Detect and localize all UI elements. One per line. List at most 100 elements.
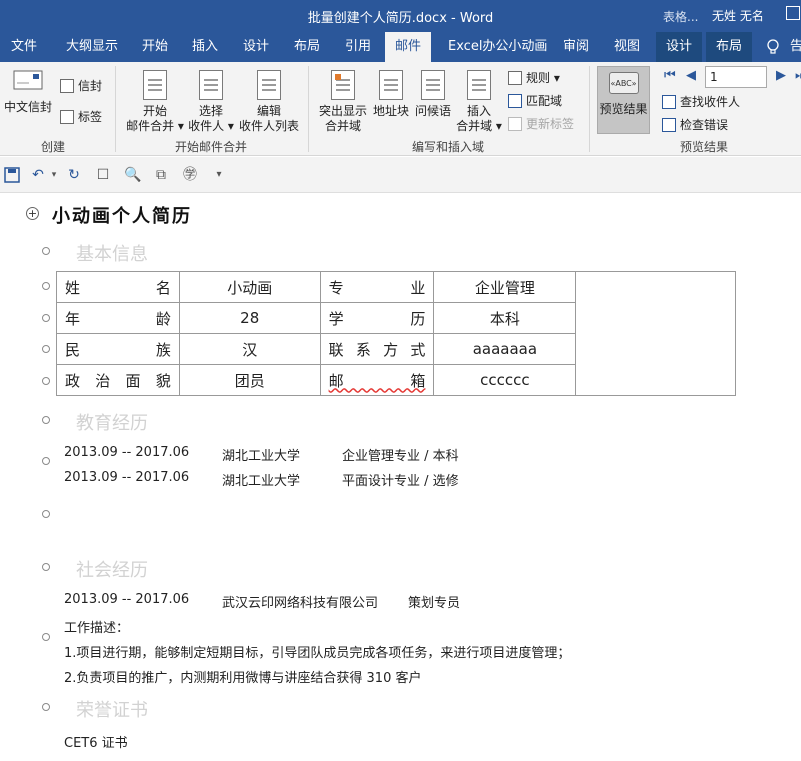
- edit-list-label-2: 收件人列表: [238, 119, 299, 133]
- tab-file[interactable]: 文件: [11, 32, 37, 62]
- table-cell[interactable]: 邮箱: [319, 364, 435, 396]
- tab-view[interactable]: 视图: [614, 32, 640, 62]
- table-cell[interactable]: 联系方式: [319, 333, 435, 365]
- envelope-small-icon: [60, 79, 74, 93]
- edit-recipient-list-button[interactable]: 编辑 收件人列表: [236, 70, 302, 134]
- compare-icon[interactable]: ⧉: [153, 167, 169, 183]
- highlight-merge-fields-button[interactable]: 突出显示 合并域: [316, 70, 370, 134]
- outline-bullet[interactable]: [42, 314, 50, 322]
- greeting-line-button[interactable]: 问候语: [412, 70, 454, 119]
- labels-label: 标签: [78, 110, 103, 124]
- address-block-button[interactable]: 地址块: [370, 70, 412, 119]
- print-preview-icon[interactable]: 🔍: [124, 167, 141, 183]
- envelopes-label: 信封: [78, 79, 103, 93]
- abc-magnifier-icon: «ABC»: [608, 72, 639, 94]
- education-major: 企业管理专业 / 本科: [342, 449, 459, 464]
- redo-icon[interactable]: ↻: [66, 167, 82, 183]
- update-labels-button[interactable]: 更新标签: [508, 115, 574, 132]
- labels-button[interactable]: 标签: [60, 108, 102, 125]
- tab-design[interactable]: 设计: [243, 32, 269, 62]
- education-entry: 2013.09 -- 2017.06 湖北工业大学 企业管理专业 / 本科: [64, 445, 459, 464]
- find-recipient-button[interactable]: 查找收件人: [662, 93, 740, 110]
- lightbulb-icon[interactable]: [766, 39, 780, 55]
- record-number-input[interactable]: 1: [705, 66, 767, 88]
- table-cell[interactable]: 28: [178, 302, 321, 334]
- match-fields-button[interactable]: 匹配域: [508, 92, 562, 109]
- previous-record-icon[interactable]: ◀: [686, 68, 696, 83]
- insert-merge-field-button[interactable]: 插入 合并域 ▾: [454, 70, 504, 134]
- customize-toolbar-icon[interactable]: ▾: [211, 167, 227, 183]
- section-education: 教育经历: [76, 413, 148, 434]
- table-cell[interactable]: cccccc: [433, 364, 577, 396]
- tab-insert[interactable]: 插入: [192, 32, 218, 62]
- outline-bullet[interactable]: [42, 457, 50, 465]
- social-desc-label: 工作描述：: [64, 621, 130, 636]
- format-painter-icon[interactable]: ☐: [95, 167, 111, 183]
- document-area[interactable]: + 小动画个人简历 基本信息 姓名 小动画 专业 企业管理 年龄 28 学历 本…: [0, 194, 801, 761]
- table-cell[interactable]: 姓名: [56, 271, 180, 303]
- table-cell[interactable]: 年龄: [56, 302, 180, 334]
- tell-me-hint[interactable]: 表格...: [663, 8, 698, 25]
- table-cell[interactable]: 企业管理: [433, 271, 577, 303]
- title-bar: 批量创建个人简历.docx - Word 表格... 无姓 无名: [0, 0, 801, 32]
- table-cell[interactable]: 本科: [433, 302, 577, 334]
- table-cell[interactable]: 小动画: [178, 271, 321, 303]
- outline-bullet[interactable]: [42, 633, 50, 641]
- character-icon[interactable]: ㊫: [182, 167, 198, 183]
- basic-info-table[interactable]: 姓名 小动画 专业 企业管理 年龄 28 学历 本科 民族 汉 联系方式 aaa…: [56, 271, 736, 396]
- outline-bullet[interactable]: [42, 563, 50, 571]
- table-cell[interactable]: 政治面貌: [56, 364, 180, 396]
- check-errors-label: 检查错误: [680, 118, 729, 132]
- section-social: 社会经历: [76, 560, 148, 581]
- check-errors-button[interactable]: 检查错误: [662, 116, 728, 133]
- first-record-icon[interactable]: ⏮: [664, 68, 676, 83]
- tab-excel-animation[interactable]: Excel办公小动画: [448, 32, 547, 62]
- tab-mailings[interactable]: 邮件: [385, 32, 432, 62]
- select-recipients-button[interactable]: 选择 收件人 ▾: [186, 70, 236, 134]
- chinese-envelope-button[interactable]: 中文信封: [4, 68, 52, 115]
- outline-bullet[interactable]: [42, 247, 50, 255]
- tab-home[interactable]: 开始: [142, 32, 168, 62]
- outline-bullet[interactable]: [42, 345, 50, 353]
- outline-bullet[interactable]: [42, 703, 50, 711]
- tab-references[interactable]: 引用: [345, 32, 371, 62]
- outline-bullet[interactable]: [42, 510, 50, 518]
- social-role: 策划专员: [408, 596, 461, 611]
- outline-bullet[interactable]: [42, 282, 50, 290]
- update-labels-label: 更新标签: [526, 117, 575, 131]
- address-block-label: 地址块: [372, 104, 409, 118]
- preview-results-button[interactable]: «ABC» 预览结果: [597, 66, 650, 134]
- quick-access-toolbar: ↶ ▾ ↻ ☐ 🔍 ⧉ ㊫ ▾: [0, 157, 801, 193]
- outline-bullet[interactable]: [42, 416, 50, 424]
- document-icon: [143, 70, 167, 100]
- user-name[interactable]: 无姓 无名: [712, 7, 764, 24]
- section-honors: 荣誉证书: [76, 700, 148, 721]
- expand-icon[interactable]: +: [26, 207, 39, 220]
- table-cell[interactable]: 民族: [56, 333, 180, 365]
- rules-button[interactable]: 规则 ▾: [508, 69, 560, 86]
- tab-review[interactable]: 审阅: [563, 32, 589, 62]
- table-cell[interactable]: aaaaaaa: [433, 333, 577, 365]
- envelopes-button[interactable]: 信封: [60, 77, 102, 94]
- chinese-envelope-label: 中文信封: [4, 100, 53, 114]
- table-cell[interactable]: 专业: [319, 271, 435, 303]
- save-icon[interactable]: [4, 167, 20, 183]
- next-record-icon[interactable]: ▶: [776, 68, 786, 83]
- tab-layout[interactable]: 布局: [294, 32, 320, 62]
- ribbon-tabs: 文件 大纲显示 开始 插入 设计 布局 引用 邮件 Excel办公小动画 审阅 …: [0, 32, 801, 62]
- table-cell[interactable]: 汉: [178, 333, 321, 365]
- last-record-icon[interactable]: ⏭: [795, 68, 801, 83]
- tab-outline[interactable]: 大纲显示: [66, 32, 118, 62]
- start-mail-merge-button[interactable]: 开始 邮件合并 ▾: [124, 70, 186, 134]
- tab-table-layout[interactable]: 布局: [706, 32, 753, 62]
- table-cell[interactable]: 团员: [178, 364, 321, 396]
- undo-dropdown-icon[interactable]: ▾: [46, 167, 62, 183]
- tell-me-label[interactable]: 告: [790, 32, 801, 62]
- tab-table-design[interactable]: 设计: [656, 32, 703, 62]
- highlight-label-2: 合并域: [324, 119, 361, 133]
- outline-bullet[interactable]: [42, 377, 50, 385]
- undo-icon[interactable]: ↶: [30, 167, 46, 183]
- table-cell[interactable]: 学历: [319, 302, 435, 334]
- photo-cell[interactable]: [575, 271, 736, 396]
- restore-icon[interactable]: [786, 6, 800, 20]
